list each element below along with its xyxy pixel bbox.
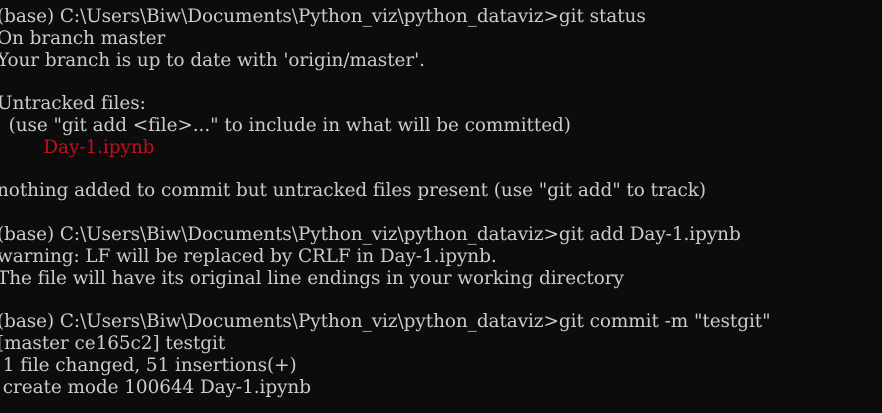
prompt-git-add: (base) C:\Users\Biw\Documents\Python_viz… <box>0 223 741 245</box>
output-nothing-added: nothing added to commit but untracked fi… <box>0 180 707 202</box>
output-warning-crlf: warning: LF will be replaced by CRLF in … <box>0 245 497 267</box>
output-branch-status: Your branch is up to date with 'origin/m… <box>0 49 425 71</box>
terminal-window[interactable]: (base) C:\Users\Biw\Documents\Python_viz… <box>0 0 882 413</box>
untracked-file-entry: Day-1.ipynb <box>0 136 155 158</box>
output-branch: On branch master <box>0 27 166 49</box>
prompt-git-status: (base) C:\Users\Biw\Documents\Python_viz… <box>0 6 646 27</box>
output-commit-hash: [master ce165c2] testgit <box>0 332 226 354</box>
output-commit-stats: 1 file changed, 51 insertions(+) <box>0 354 297 376</box>
output-untracked-hint: (use "git add <file>..." to include in w… <box>0 114 571 136</box>
output-create-mode: create mode 100644 Day-1.ipynb <box>0 376 311 398</box>
output-untracked-header: Untracked files: <box>0 93 146 115</box>
prompt-git-commit: (base) C:\Users\Biw\Documents\Python_viz… <box>0 311 771 333</box>
output-line-endings: The file will have its original line end… <box>0 267 624 289</box>
